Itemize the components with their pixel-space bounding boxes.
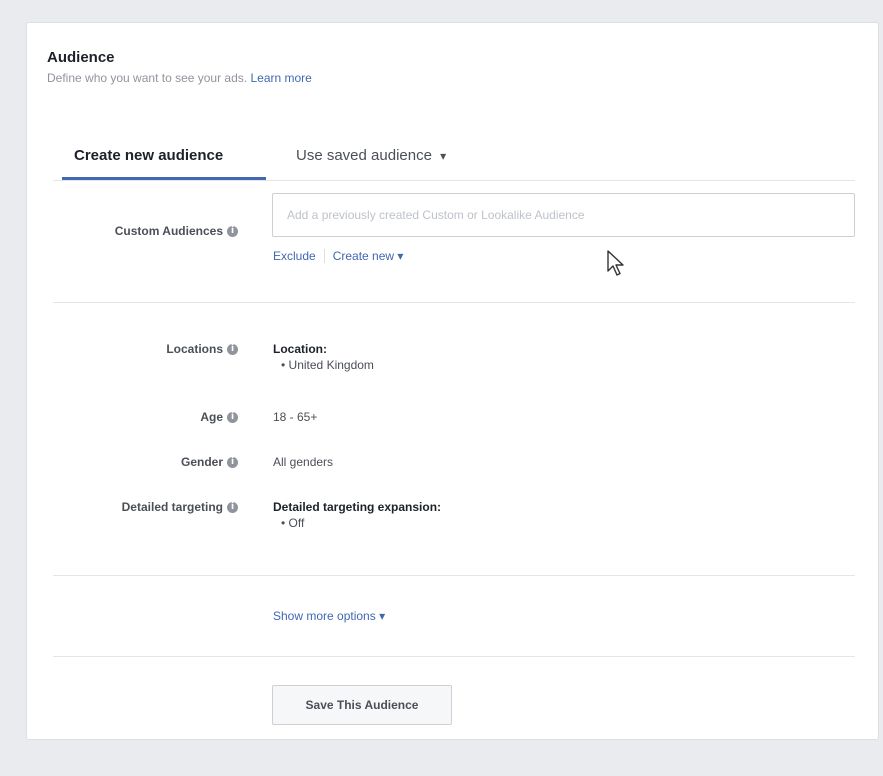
custom-audiences-label: Custom Audiences i [115,224,238,238]
locations-value[interactable]: Location: • United Kingdom [273,342,374,372]
show-more-label: Show more options [273,609,376,623]
learn-more-link[interactable]: Learn more [250,71,311,85]
chevron-down-icon: ▾ [379,609,386,623]
section-title: Audience [47,49,115,66]
audience-card: Audience Define who you want to see your… [26,22,879,740]
show-more-options-link[interactable]: Show more options ▾ [273,609,385,623]
gender-value[interactable]: All genders [273,455,333,469]
subtitle-text: Define who you want to see your ads. [47,71,248,85]
info-icon[interactable]: i [227,343,238,355]
save-audience-button[interactable]: Save This Audience [272,685,452,725]
custom-audiences-label-text: Custom Audiences [114,224,223,238]
chevron-down-icon: ▾ [440,149,447,163]
custom-audiences-actions: Exclude Create new ▾ [273,249,403,263]
location-item: • United Kingdom [281,358,374,372]
mouse-pointer-icon [607,250,624,276]
location-heading: Location: [273,342,327,356]
section-divider [53,302,855,303]
exclude-link[interactable]: Exclude [273,249,316,263]
age-value[interactable]: 18 - 65+ [273,410,317,424]
create-new-label: Create new [332,249,395,263]
detailed-targeting-item-text: Off [288,516,305,530]
tab-divider [53,180,855,181]
tab-use-saved-label: Use saved audience [296,147,432,164]
chevron-down-icon: ▾ [397,249,404,263]
section-divider [53,575,855,576]
create-new-link[interactable]: Create new ▾ [333,249,404,263]
link-separator [323,249,325,263]
detailed-targeting-label-text: Detailed targeting [121,500,223,514]
section-divider [53,656,855,657]
custom-audiences-input[interactable] [272,193,855,237]
detailed-targeting-item: • Off [281,516,305,530]
tab-create-new-label: Create new audience [74,147,224,164]
age-label-text: Age [200,410,223,424]
gender-label-text: Gender [180,455,223,469]
info-icon[interactable]: i [227,501,238,513]
info-icon[interactable]: i [227,225,238,237]
gender-label: Gender i [181,455,238,469]
locations-label: Locations i [166,342,238,356]
detailed-targeting-label: Detailed targeting i [122,500,238,514]
location-item-text: United Kingdom [288,358,374,372]
locations-label-text: Locations [166,342,223,356]
age-label: Age i [200,410,238,424]
info-icon[interactable]: i [227,456,238,468]
section-subtitle: Define who you want to see your ads. Lea… [47,71,312,85]
info-icon[interactable]: i [227,411,238,423]
tab-create-new-audience[interactable]: Create new audience [74,147,223,164]
detailed-targeting-heading: Detailed targeting expansion: [273,500,442,514]
tab-use-saved-audience[interactable]: Use saved audience ▾ [296,147,446,164]
detailed-targeting-value[interactable]: Detailed targeting expansion: • Off [273,500,441,530]
